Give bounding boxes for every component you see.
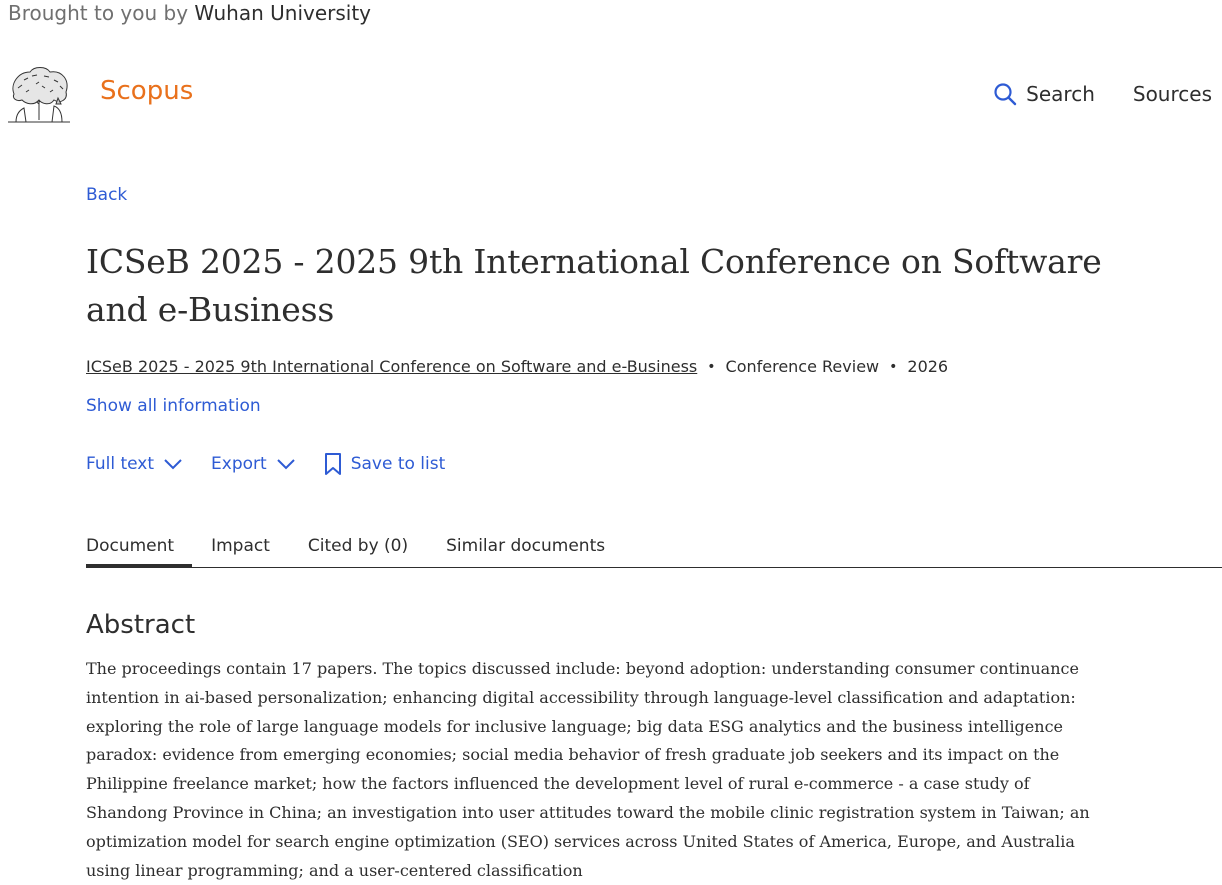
full-text-label: Full text [86,454,155,474]
institution-name: Wuhan University [194,1,372,25]
full-text-button[interactable]: Full text [86,454,183,474]
sources-nav-link[interactable]: Sources [1133,82,1212,106]
document-tabs: Document Impact Cited by (0) Similar doc… [86,532,1222,568]
document-type: Conference Review [725,357,880,376]
elsevier-tree-logo[interactable] [6,64,72,124]
export-label: Export [211,454,267,474]
tab-document[interactable]: Document [86,532,193,568]
back-link[interactable]: Back [86,183,127,207]
search-icon [993,82,1017,106]
tab-cited-by[interactable]: Cited by (0) [289,532,427,568]
chevron-down-icon [276,458,296,470]
publication-year: 2026 [907,357,949,376]
tab-similar-documents[interactable]: Similar documents [427,532,624,568]
bookmark-icon [324,452,342,476]
save-to-list-label: Save to list [350,454,446,474]
brought-to-you-by: Brought to you by Wuhan University [8,0,371,26]
abstract-heading: Abstract [86,610,196,640]
scopus-brand[interactable]: Scopus [100,74,193,108]
source-title-link[interactable]: ICSeB 2025 - 2025 9th International Conf… [86,356,697,378]
document-actions: Full text Export Save to list [86,450,445,478]
meta-separator: • [707,359,716,375]
search-nav-label: Search [1026,82,1095,106]
chevron-down-icon [163,458,183,470]
meta-separator: • [889,359,898,375]
sources-nav-label: Sources [1132,82,1212,106]
save-to-list-button[interactable]: Save to list [324,452,446,476]
top-nav: Search Sources [993,78,1212,110]
document-meta: ICSeB 2025 - 2025 9th International Conf… [86,356,948,378]
abstract-text: The proceedings contain 17 papers. The t… [86,659,1090,880]
search-nav-button[interactable]: Search [993,82,1095,106]
export-button[interactable]: Export [211,454,296,474]
brought-prefix: Brought to you by [8,1,189,25]
show-all-information-link[interactable]: Show all information [86,394,261,418]
document-title: ICSeB 2025 - 2025 9th International Conf… [86,242,1102,329]
tab-impact[interactable]: Impact [192,532,289,568]
